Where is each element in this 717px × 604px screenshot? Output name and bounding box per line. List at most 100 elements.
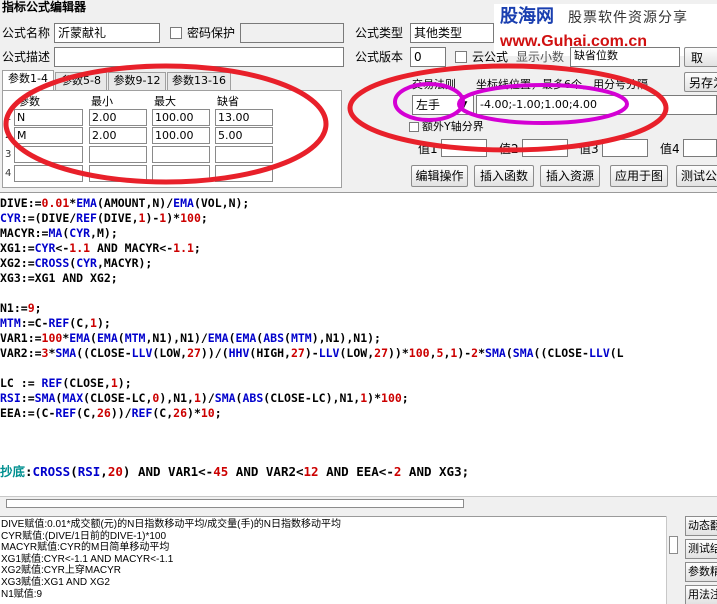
annotation-line: CYR赋值:(DIVE/1日前的DIVE-1)*100 <box>1 530 167 542</box>
param-min-input[interactable]: 2.00 <box>89 109 147 126</box>
cancel-button[interactable]: 取 <box>684 47 717 67</box>
code-line[interactable]: RSI:=SMA(MAX(CLOSE-LC,0),N1,1)/SMA(ABS(C… <box>0 391 409 405</box>
chevron-down-icon[interactable]: ▼ <box>458 99 470 111</box>
usage-notes-button[interactable]: 用法注 <box>685 585 717 604</box>
param-max-input[interactable] <box>152 146 210 163</box>
decimal-select[interactable]: 缺省位数 <box>570 47 680 67</box>
code-token: ( <box>505 346 513 360</box>
value3-label: 值3 <box>579 142 599 156</box>
code-token: (C, <box>152 406 174 420</box>
code-token: CLOSE <box>547 346 583 360</box>
scrollbar-thumb[interactable] <box>669 536 678 554</box>
formula-version-label: 公式版本 <box>355 50 404 64</box>
code-token: AMOUNT <box>103 196 146 210</box>
code-token: AND EEA<- <box>318 464 394 479</box>
password-checkbox[interactable] <box>170 27 182 39</box>
code-token: 100 <box>180 211 201 225</box>
test-result-button[interactable]: 测试结 <box>685 539 717 559</box>
watermark-brand: 股海网 <box>500 6 554 27</box>
formula-version-input[interactable]: 0 <box>410 47 446 67</box>
editor-horizontal-scrollbar[interactable] <box>0 496 717 510</box>
param-max-input[interactable] <box>152 165 210 182</box>
tab-params-1-4[interactable]: 参数1-4 <box>2 70 54 91</box>
param-max-input[interactable]: 100.00 <box>152 109 210 126</box>
param-default-input[interactable]: 5.00 <box>215 127 273 144</box>
code-token: XG3:=XG1 AND XG2; <box>0 271 118 285</box>
value4-input[interactable] <box>683 139 717 157</box>
param-default-input[interactable] <box>215 165 273 182</box>
code-editor[interactable]: DIVE:=0.01*EMA(AMOUNT,N)/EMA(VOL,N); CYR:… <box>0 192 717 510</box>
tab-params-13-16[interactable]: 参数13-16 <box>167 72 231 90</box>
code-token: RSI <box>0 391 21 405</box>
code-line[interactable]: EEA:=(C-REF(C,26))/REF(C,26)*10; <box>0 406 222 420</box>
param-min-input[interactable] <box>89 146 147 163</box>
code-token: 0.01 <box>41 196 70 210</box>
code-token: AND VAR2< <box>228 464 304 479</box>
code-token: MAX <box>62 391 84 405</box>
param-default-input[interactable]: 13.00 <box>215 109 273 126</box>
code-token: ,N)/ <box>145 196 174 210</box>
code-line[interactable]: LC := REF(CLOSE,1); <box>0 376 132 390</box>
value1-input[interactable] <box>441 139 487 157</box>
code-line[interactable]: MTM:=C-REF(C,1); <box>0 316 111 330</box>
code-token: ; <box>200 211 208 225</box>
annotation-scrollbar[interactable] <box>666 516 680 604</box>
extra-axis-label: 额外Y轴分界 <box>422 120 484 133</box>
dynamic-translate-button[interactable]: 动态翻 <box>685 516 717 536</box>
param-name-input[interactable] <box>14 146 83 163</box>
param-min-input[interactable] <box>89 165 147 182</box>
code-token: )- <box>304 346 319 360</box>
code-line[interactable]: MACYR:=MA(CYR,M); <box>0 226 118 240</box>
tab-params-5-8[interactable]: 参数5-8 <box>55 72 107 90</box>
insert-function-button[interactable]: 插入函数 <box>474 165 534 187</box>
code-line[interactable]: CYR:=(DIVE/REF(DIVE,1)-1)*100; <box>0 211 208 225</box>
formula-name-label: 公式名称 <box>2 26 51 40</box>
code-line[interactable]: XG2:=CROSS(CYR,MACYR); <box>0 256 152 270</box>
code-token: EMA <box>235 331 257 345</box>
code-token: XG1:= <box>0 241 35 255</box>
param-name-input[interactable]: M <box>14 127 83 144</box>
param-max-input[interactable]: 100.00 <box>152 127 210 144</box>
code-token: 10 <box>200 406 215 420</box>
code-token: := <box>20 391 35 405</box>
param-min-input[interactable]: 2.00 <box>89 127 147 144</box>
code-line[interactable]: VAR2:=3*SMA((CLOSE-LLV(LOW,27))/(HHV(HIG… <box>0 346 624 360</box>
code-line[interactable]: DIVE:=0.01*EMA(AMOUNT,N)/EMA(VOL,N); <box>0 196 249 210</box>
save-as-button[interactable]: 另存为 <box>684 72 717 92</box>
code-token: ))* <box>388 346 409 360</box>
formula-type-select[interactable]: 其他类型 <box>410 23 494 43</box>
formula-desc-label: 公式描述 <box>2 50 51 64</box>
code-line[interactable]: XG3:=XG1 AND XG2; <box>0 271 118 285</box>
param-default-input[interactable] <box>215 146 273 163</box>
test-formula-button[interactable]: 测试公 <box>676 165 717 187</box>
decimal-label: 显示小数 <box>516 50 565 64</box>
param-tuning-button[interactable]: 参数精 <box>685 562 717 582</box>
param-name-input[interactable] <box>14 165 83 182</box>
code-token: EMA <box>96 331 118 345</box>
code-line[interactable]: VAR1:=100*EMA(EMA(MTM,N1),N1)/EMA(EMA(AB… <box>0 331 381 345</box>
password-label: 密码保护 <box>187 26 236 40</box>
code-line[interactable]: N1:=9; <box>0 301 42 315</box>
cloud-formula-checkbox[interactable] <box>455 51 467 63</box>
password-input[interactable] <box>240 23 344 43</box>
formula-desc-input[interactable] <box>54 47 344 67</box>
code-token: MTM <box>290 331 312 345</box>
apply-to-chart-button[interactable]: 应用于图 <box>610 165 668 187</box>
code-line[interactable]: 抄底:CROSS(RSI,20) AND VAR1<-45 AND VAR2<1… <box>0 465 469 479</box>
code-token: MTM <box>124 331 146 345</box>
code-token: MA <box>48 226 63 240</box>
formula-name-input[interactable]: 沂蒙献礼 <box>54 23 160 43</box>
value2-input[interactable] <box>522 139 568 157</box>
scrollbar-thumb[interactable] <box>6 499 464 508</box>
coords-input[interactable]: -4.00;-1.00;1.00;4.00 <box>476 95 717 115</box>
code-token: VAR2:= <box>0 346 42 360</box>
insert-resource-button[interactable]: 插入资源 <box>540 165 600 187</box>
tab-params-9-12[interactable]: 参数9-12 <box>108 72 166 90</box>
param-name-input[interactable]: N <box>14 109 83 126</box>
code-line[interactable]: XG1:=CYR<-1.1 AND MACYR<-1.1; <box>0 241 201 255</box>
code-token: , <box>284 346 291 360</box>
extra-axis-checkbox[interactable] <box>409 122 419 132</box>
value3-input[interactable] <box>602 139 648 157</box>
edit-ops-button[interactable]: 编辑操作 <box>411 165 468 187</box>
code-token: 1 <box>90 316 97 330</box>
